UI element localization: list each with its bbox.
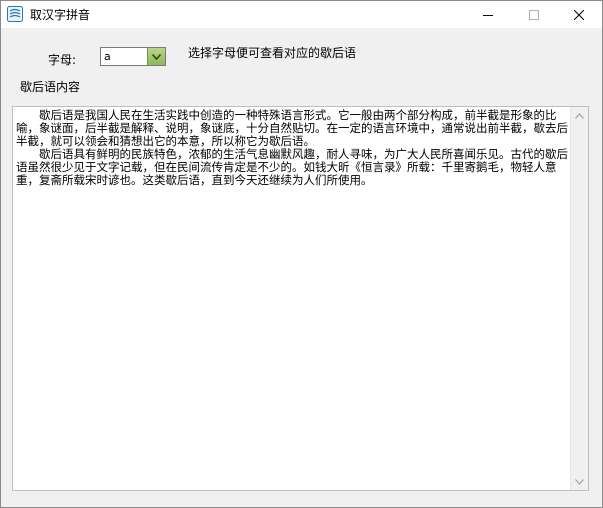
content-label: 歇后语内容 bbox=[20, 80, 81, 94]
close-button[interactable] bbox=[556, 1, 602, 28]
vertical-scrollbar[interactable] bbox=[570, 107, 588, 490]
content-paragraph: 歇后语是我国人民在生活实践中创造的一种特殊语言形式。它一般由两个部分构成，前半截… bbox=[16, 109, 568, 148]
content-textbox[interactable]: 歇后语是我国人民在生活实践中创造的一种特殊语言形式。它一般由两个部分构成，前半截… bbox=[12, 106, 589, 491]
window-title: 取汉字拼音 bbox=[30, 8, 91, 22]
chevron-up-icon bbox=[575, 112, 584, 119]
scroll-down-button[interactable] bbox=[571, 473, 588, 490]
chevron-down-icon bbox=[152, 53, 161, 60]
maximize-icon bbox=[529, 9, 539, 20]
letter-select[interactable]: a bbox=[100, 47, 166, 66]
app-icon bbox=[7, 6, 23, 22]
minimize-button[interactable] bbox=[465, 1, 511, 28]
hint-text: 选择字母便可查看对应的歇后语 bbox=[188, 46, 357, 60]
letter-select-value: a bbox=[104, 50, 111, 63]
content-paragraph: 歇后语具有鲜明的民族特色，浓郁的生活气息幽默风趣，耐人寻味，为广大人民所喜闻乐见… bbox=[16, 147, 568, 187]
title-bar[interactable]: 取汉字拼音 bbox=[1, 1, 602, 28]
maximize-button[interactable] bbox=[511, 1, 557, 28]
main-window: 取汉字拼音 字母: a 选择字母便可查看对应的歇后语 歇后语内容 歇后语是我国人… bbox=[0, 0, 603, 508]
scroll-up-button[interactable] bbox=[571, 107, 588, 124]
content-text[interactable]: 歇后语是我国人民在生活实践中创造的一种特殊语言形式。它一般由两个部分构成，前半截… bbox=[16, 109, 568, 487]
minimize-icon bbox=[483, 14, 493, 16]
close-icon bbox=[574, 9, 584, 20]
chevron-down-icon bbox=[575, 478, 584, 485]
letter-label: 字母: bbox=[48, 53, 77, 67]
letter-select-dropdown-button[interactable] bbox=[147, 48, 165, 65]
